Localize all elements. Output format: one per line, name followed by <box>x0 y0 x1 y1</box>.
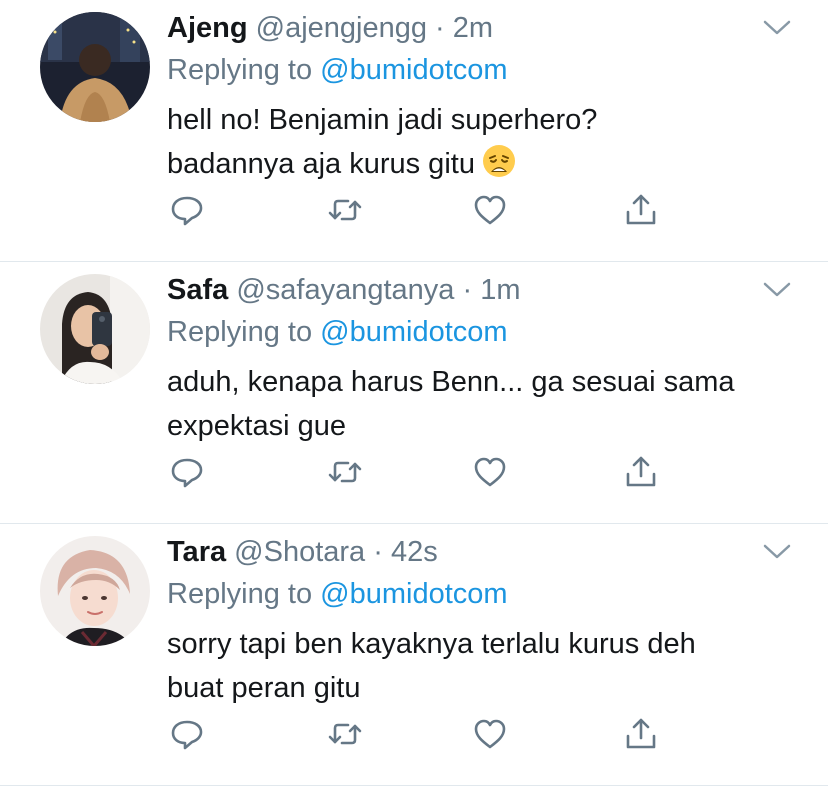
replying-to-line: Replying to @bumidotcom <box>167 50 738 90</box>
tweet-content: Ajeng @ajengjengg · 2m Replying to @bumi… <box>167 8 738 186</box>
tweet-text: sorry tapi ben kayaknya terlalu kurus de… <box>167 622 738 710</box>
share-icon[interactable] <box>623 716 659 752</box>
tweet-content: Safa @safayangtanya · 1m Replying to @bu… <box>167 270 738 448</box>
tweet-actions <box>167 192 667 232</box>
tweet-text-line: aduh, kenapa harus Benn... ga sesuai sam… <box>167 366 735 398</box>
mention-link[interactable]: @bumidotcom <box>320 316 507 348</box>
comment-icon[interactable] <box>169 192 205 228</box>
tweet-actions <box>167 716 667 756</box>
timestamp[interactable]: 42s <box>391 536 438 568</box>
tweet-text: aduh, kenapa harus Benn... ga sesuai sam… <box>167 360 738 448</box>
like-icon[interactable] <box>472 716 508 752</box>
share-icon[interactable] <box>623 454 659 490</box>
tweet-header: Safa @safayangtanya · 1m <box>167 270 738 310</box>
avatar-ajeng[interactable] <box>40 12 150 122</box>
avatar-tara[interactable] <box>40 536 150 646</box>
replying-to-label: Replying to <box>167 316 321 348</box>
mention-link[interactable]: @bumidotcom <box>320 578 507 610</box>
mention-link[interactable]: @bumidotcom <box>320 54 507 86</box>
weary-face-emoji <box>482 145 515 177</box>
user-handle[interactable]: @safayangtanya <box>236 274 454 306</box>
retweet-icon[interactable] <box>327 454 363 490</box>
replying-to-line: Replying to @bumidotcom <box>167 574 738 614</box>
comment-icon[interactable] <box>169 716 205 752</box>
replying-to-label: Replying to <box>167 54 321 86</box>
avatar-safa[interactable] <box>40 274 150 384</box>
display-name[interactable]: Ajeng <box>167 12 248 44</box>
display-name[interactable]: Tara <box>167 536 226 568</box>
chevron-down-icon[interactable] <box>762 18 792 38</box>
timestamp[interactable]: 2m <box>453 12 493 44</box>
separator-dot: · <box>373 536 383 568</box>
tweet-reply-safa[interactable]: Safa @safayangtanya · 1m Replying to @bu… <box>0 262 828 524</box>
tweet-text: hell no! Benjamin jadi superhero? badann… <box>167 98 738 186</box>
separator-dot: · <box>435 12 445 44</box>
retweet-icon[interactable] <box>327 192 363 228</box>
user-handle[interactable]: @ajengjengg <box>256 12 427 44</box>
like-icon[interactable] <box>472 454 508 490</box>
chevron-down-icon[interactable] <box>762 542 792 562</box>
replying-to-label: Replying to <box>167 578 321 610</box>
tweet-actions <box>167 454 667 494</box>
timestamp[interactable]: 1m <box>480 274 520 306</box>
share-icon[interactable] <box>623 192 659 228</box>
tweet-content: Tara @Shotara · 42s Replying to @bumidot… <box>167 532 738 710</box>
separator-dot: · <box>462 274 473 306</box>
comment-icon[interactable] <box>169 454 205 490</box>
tweet-text-line: buat peran gitu <box>167 672 361 704</box>
replying-to-line: Replying to @bumidotcom <box>167 312 738 352</box>
tweet-text-line: sorry tapi ben kayaknya terlalu kurus de… <box>167 628 696 660</box>
like-icon[interactable] <box>472 192 508 228</box>
tweet-header: Tara @Shotara · 42s <box>167 532 738 572</box>
tweet-header: Ajeng @ajengjengg · 2m <box>167 8 738 48</box>
tweet-text-line: hell no! Benjamin jadi superhero? <box>167 104 598 136</box>
tweet-reply-tara[interactable]: Tara @Shotara · 42s Replying to @bumidot… <box>0 524 828 786</box>
tweet-text-line: badannya aja kurus gitu <box>167 148 475 180</box>
user-handle[interactable]: @Shotara <box>234 536 365 568</box>
tweet-reply-ajeng[interactable]: Ajeng @ajengjengg · 2m Replying to @bumi… <box>0 0 828 262</box>
chevron-down-icon[interactable] <box>762 280 792 300</box>
display-name[interactable]: Safa <box>167 274 228 306</box>
tweet-text-line: expektasi gue <box>167 410 346 442</box>
retweet-icon[interactable] <box>327 716 363 752</box>
